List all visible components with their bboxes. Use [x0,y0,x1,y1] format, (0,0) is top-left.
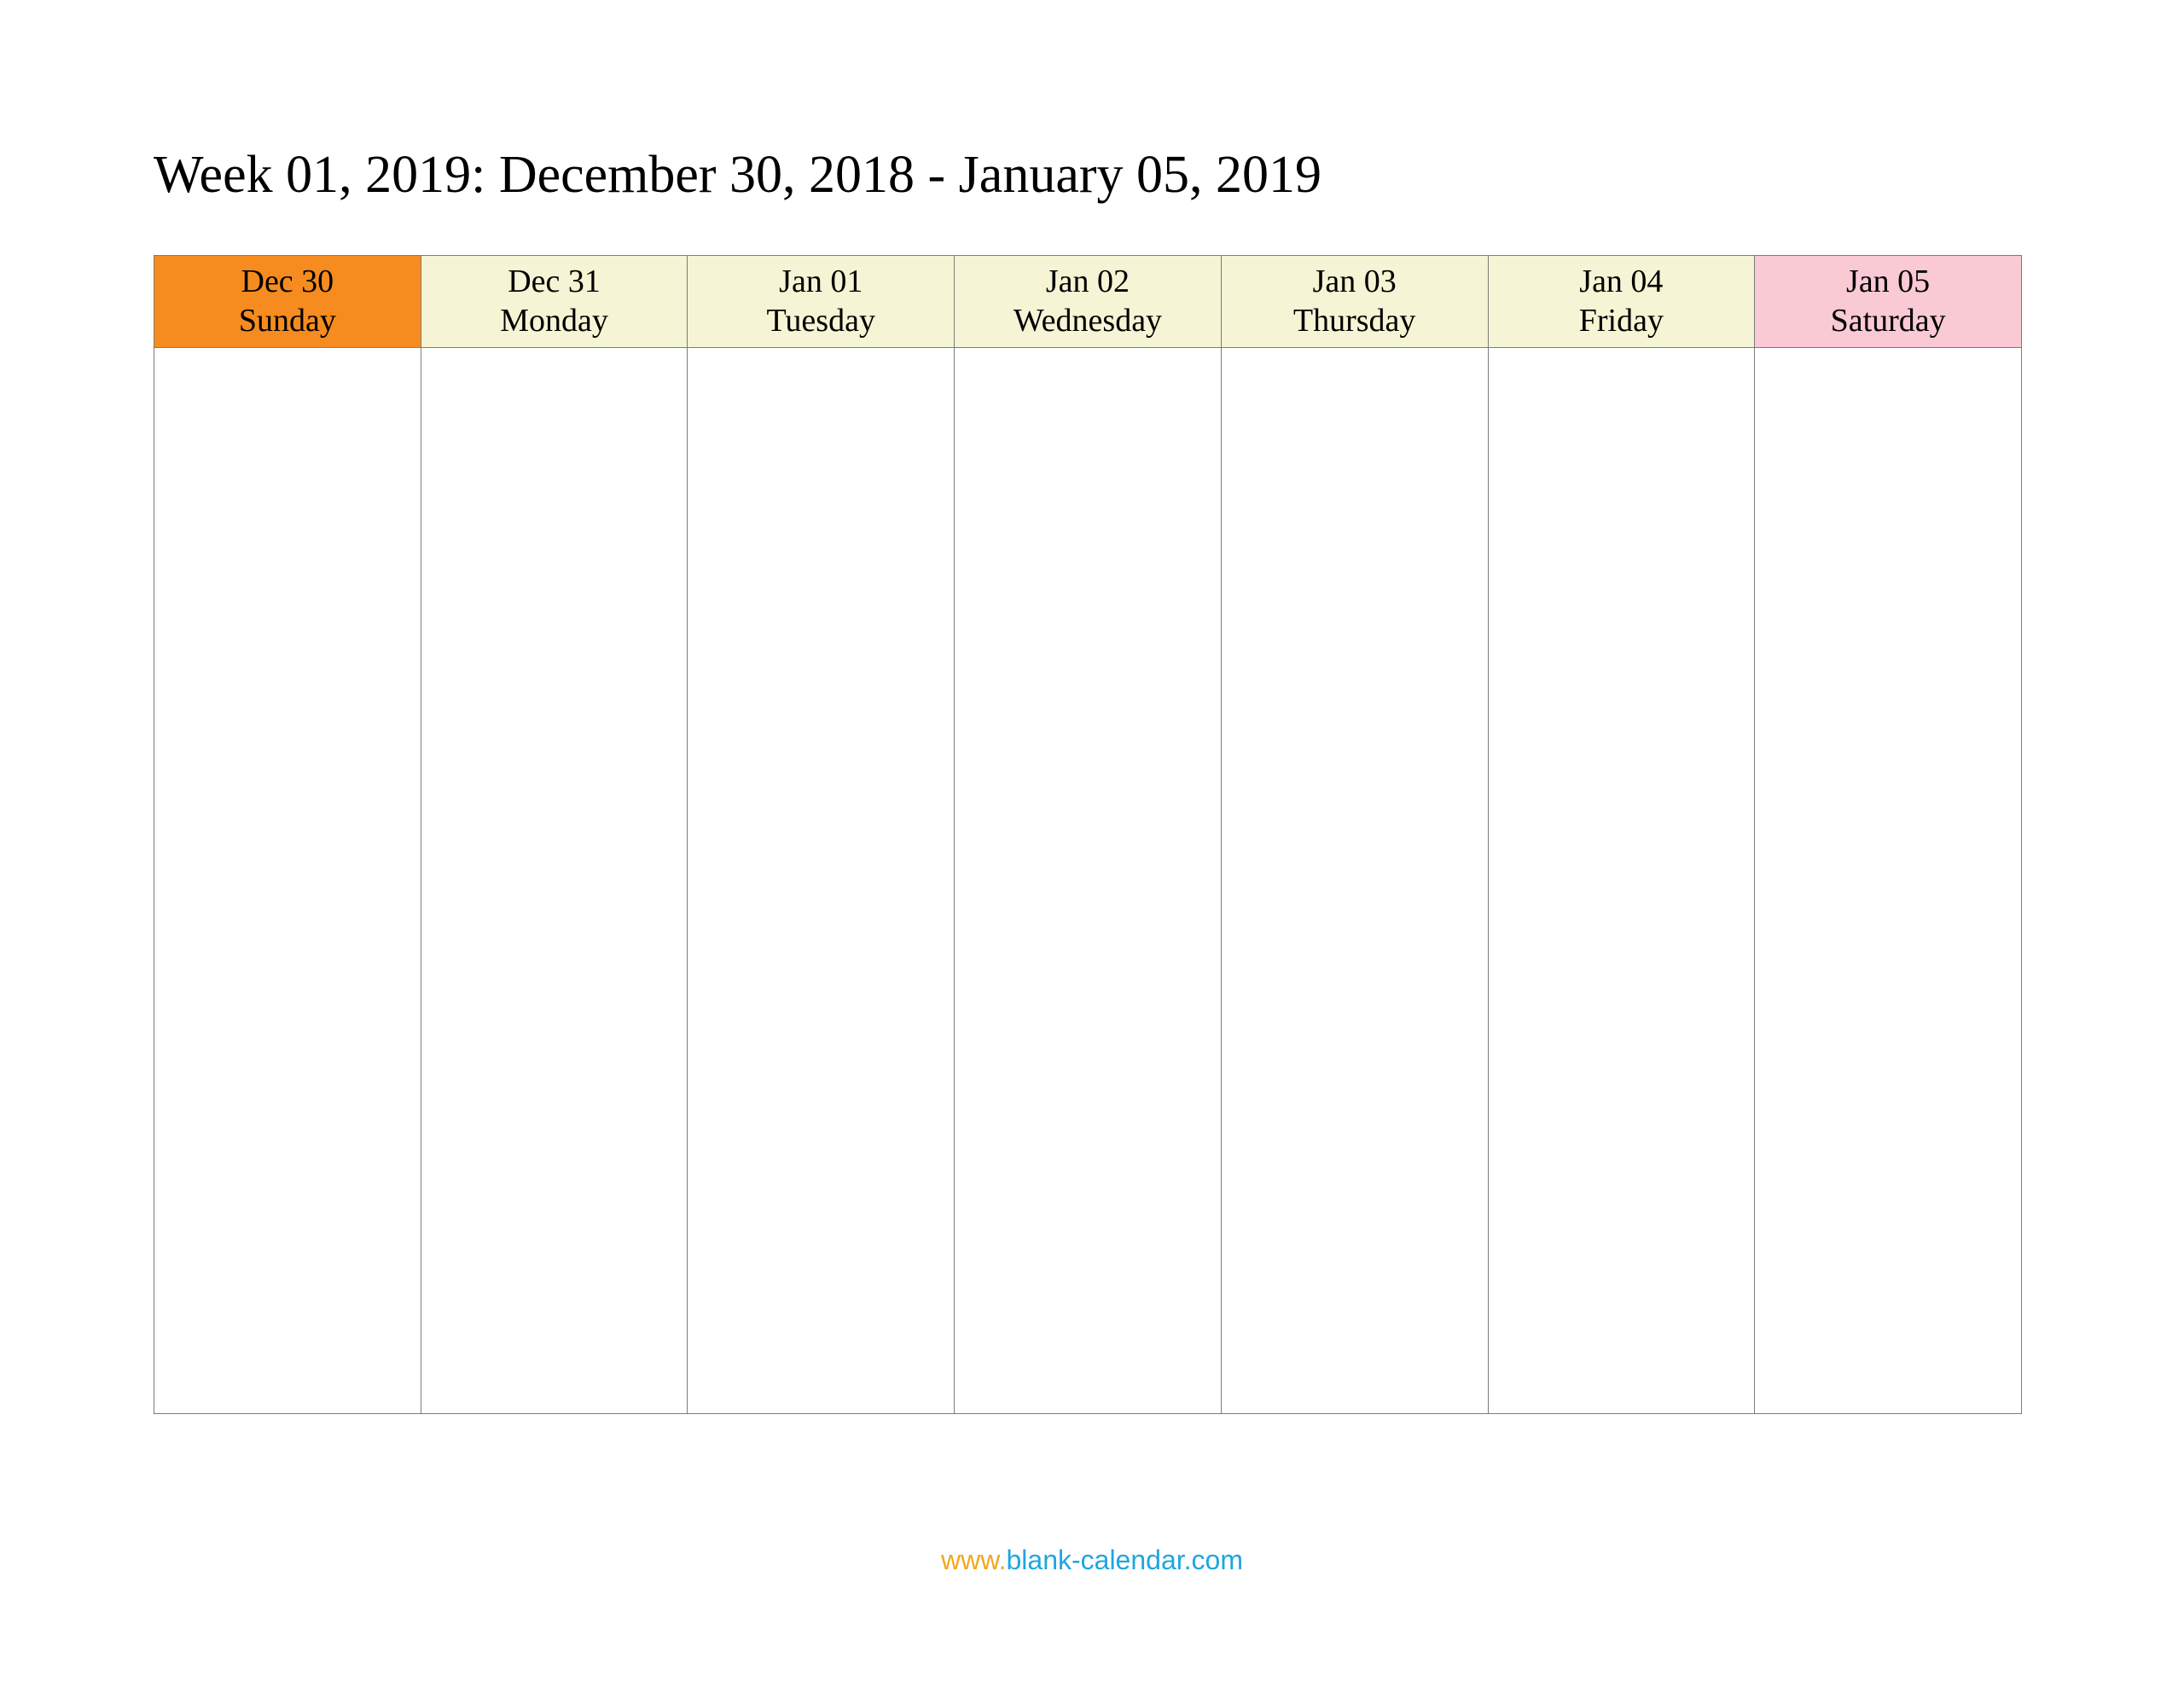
footer-url-prefix: www. [941,1545,1006,1575]
day-cell-tuesday [688,348,955,1414]
day-cell-wednesday [955,348,1222,1414]
day-date: Dec 31 [425,263,684,302]
day-date: Jan 04 [1492,263,1751,302]
day-header-friday: Jan 04 Friday [1488,256,1755,348]
day-name: Saturday [1758,302,2018,341]
day-date: Jan 01 [691,263,950,302]
day-name: Monday [425,302,684,341]
weekly-calendar-table: Dec 30 Sunday Dec 31 Monday Jan 01 Tuesd… [154,255,2022,1414]
page-title: Week 01, 2019: December 30, 2018 - Janua… [154,145,2022,206]
day-date: Dec 30 [158,263,417,302]
day-date: Jan 03 [1225,263,1484,302]
day-name: Wednesday [958,302,1217,341]
day-name: Sunday [158,302,417,341]
day-header-tuesday: Jan 01 Tuesday [688,256,955,348]
day-header-thursday: Jan 03 Thursday [1221,256,1488,348]
day-header-sunday: Dec 30 Sunday [154,256,421,348]
day-name: Thursday [1225,302,1484,341]
day-cell-monday [421,348,688,1414]
day-date: Jan 02 [958,263,1217,302]
day-header-monday: Dec 31 Monday [421,256,688,348]
calendar-body-row [154,348,2022,1414]
day-name: Friday [1492,302,1751,341]
day-header-wednesday: Jan 02 Wednesday [955,256,1222,348]
day-cell-thursday [1221,348,1488,1414]
day-header-saturday: Jan 05 Saturday [1755,256,2022,348]
footer-link[interactable]: www.blank-calendar.com [0,1545,2184,1576]
day-cell-saturday [1755,348,2022,1414]
footer-url-main: blank-calendar.com [1006,1545,1242,1575]
calendar-header-row: Dec 30 Sunday Dec 31 Monday Jan 01 Tuesd… [154,256,2022,348]
day-cell-friday [1488,348,1755,1414]
calendar-page: Week 01, 2019: December 30, 2018 - Janua… [0,0,2184,1414]
day-date: Jan 05 [1758,263,2018,302]
day-cell-sunday [154,348,421,1414]
day-name: Tuesday [691,302,950,341]
